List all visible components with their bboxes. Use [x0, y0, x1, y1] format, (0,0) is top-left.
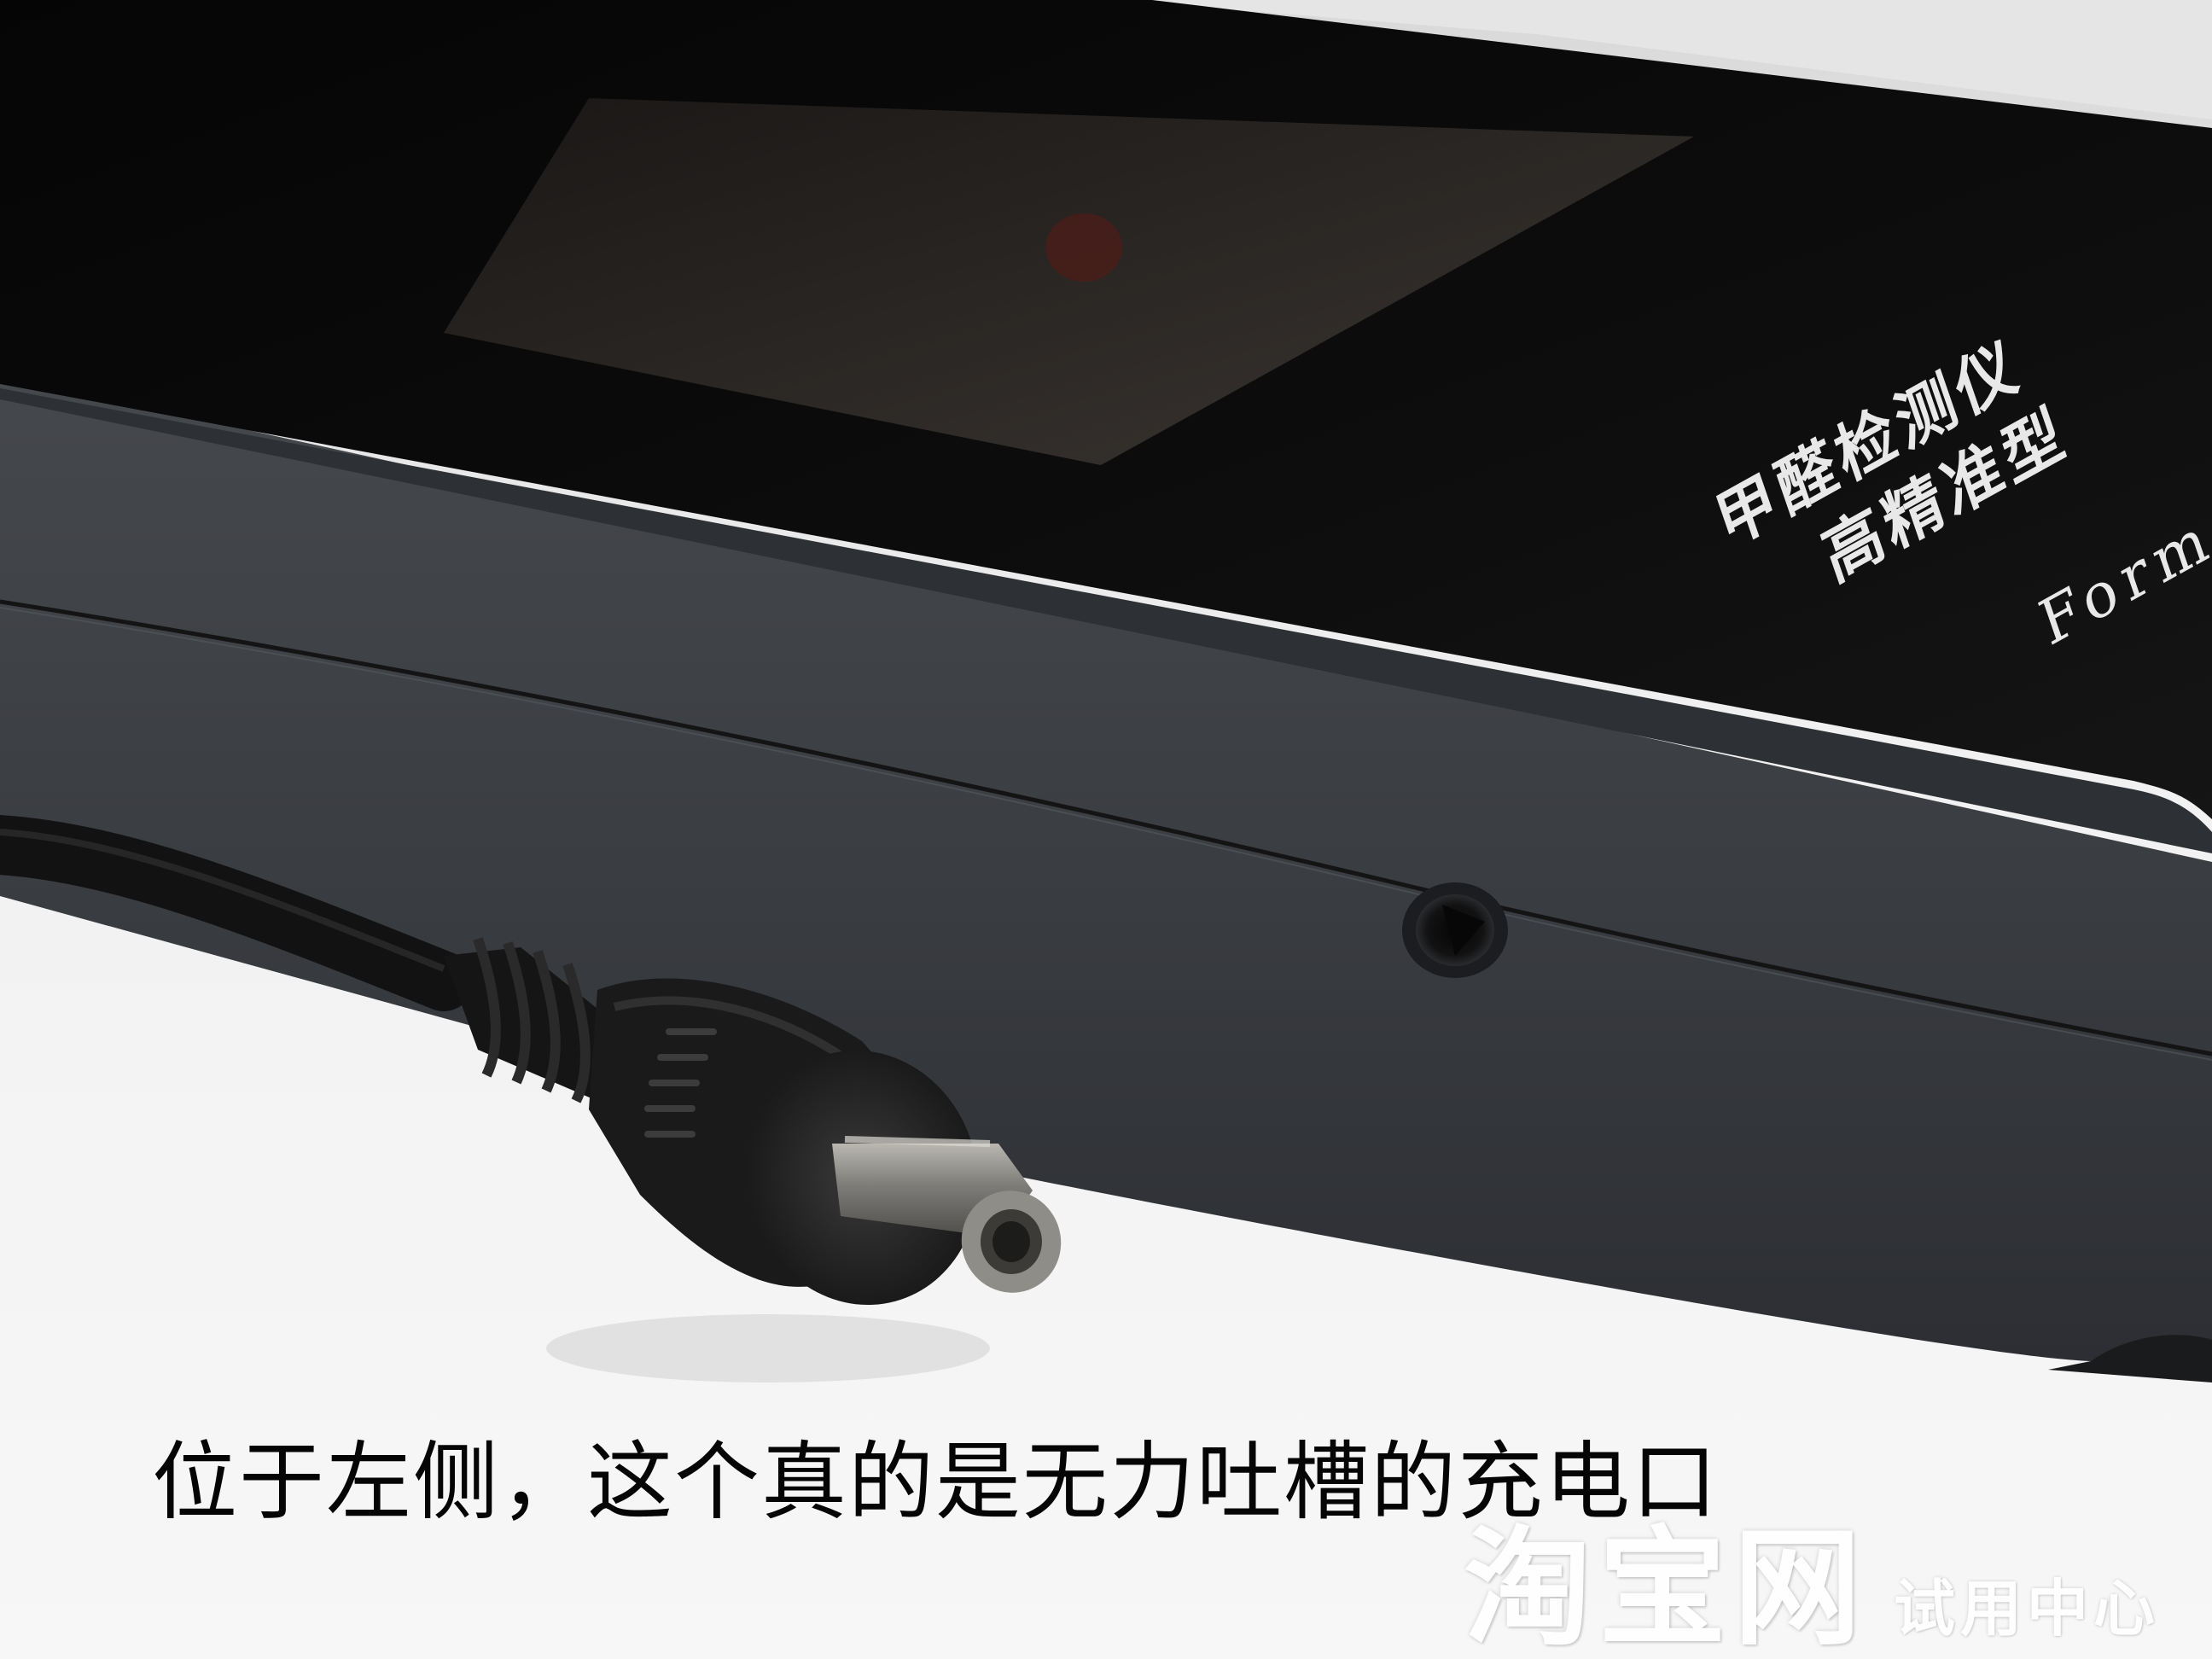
- device-photo: [0, 0, 2212, 1659]
- watermark-section: 试用中心: [1894, 1573, 2161, 1644]
- watermark-brand: 淘宝网: [1464, 1515, 1869, 1659]
- photo-scene: 甲醛检测仪 高精准型 Formal 位于左侧，这个真的是无力吐槽的充电口 淘宝网…: [0, 0, 2212, 1659]
- taobao-watermark: 淘宝网 试用中心: [1464, 1485, 2160, 1659]
